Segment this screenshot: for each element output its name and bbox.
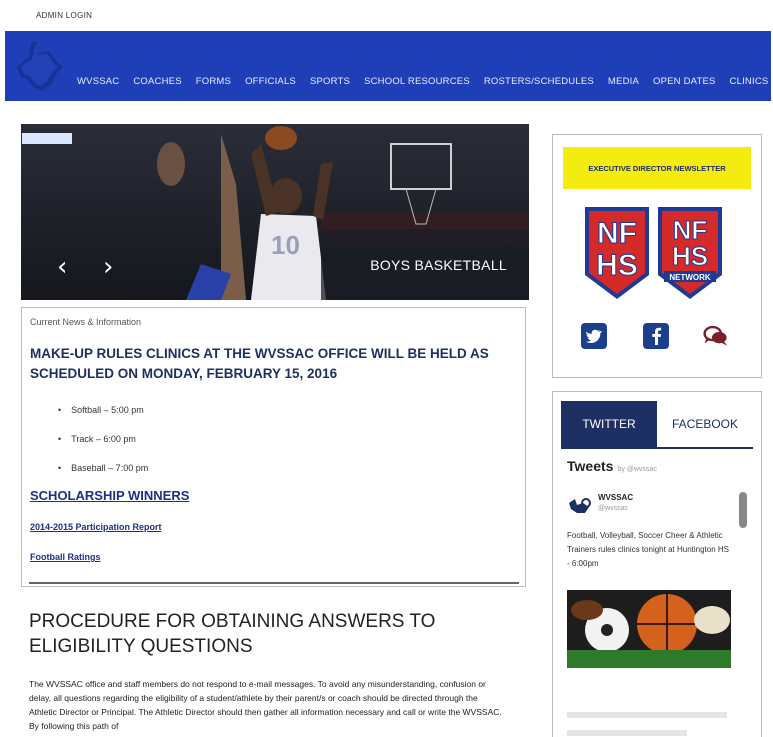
news-label: Current News & Information [30, 317, 142, 327]
nav-item-forms[interactable]: FORMS [196, 76, 231, 87]
scholarship-winners-link[interactable]: SCHOLARSHIP WINNERS [30, 488, 189, 503]
tweets-by-link[interactable]: by @wvssac [617, 466, 656, 473]
tab-facebook[interactable]: FACEBOOK [657, 401, 753, 447]
facebook-icon[interactable] [643, 323, 669, 349]
nfhs-network-line2: HS [672, 241, 708, 271]
slider-next-icon[interactable]: › [103, 254, 113, 280]
nfhs-network-line3: NETWORK [669, 273, 711, 282]
nfhs-network-logo[interactable]: NF HS NETWORK [656, 205, 724, 301]
clinic-schedule-list: Softball – 5:00 pm Track – 6:00 pm Baseb… [58, 405, 148, 492]
svg-text:10: 10 [271, 230, 300, 260]
main-nav: WVSSAC COACHES FORMS OFFICIALS SPORTS SC… [77, 76, 773, 87]
twitter-icon[interactable] [581, 323, 607, 349]
list-item: Track – 6:00 pm [58, 434, 148, 463]
avatar[interactable] [567, 495, 593, 515]
admin-login-link[interactable]: ADMIN LOGIN [36, 11, 92, 20]
nav-item-wvssac[interactable]: WVSSAC [77, 76, 119, 87]
slide-caption: BOYS BASKETBALL [370, 257, 507, 273]
wvssac-logo[interactable] [11, 37, 65, 95]
nav-item-open-dates[interactable]: OPEN DATES [653, 76, 716, 87]
news-panel: Current News & Information MAKE-UP RULES… [21, 307, 526, 587]
chat-icon[interactable] [703, 323, 729, 349]
list-item: Softball – 5:00 pm [58, 405, 148, 434]
feed-placeholder-line [567, 712, 727, 718]
divider [29, 582, 519, 584]
hero-photo: 10 [21, 124, 529, 300]
slide-tag [22, 133, 72, 144]
nav-item-officials[interactable]: OFFICIALS [245, 76, 296, 87]
nav-item-school-resources[interactable]: SCHOOL RESOURCES [364, 76, 470, 87]
feed-tabs: TWITTER FACEBOOK [561, 401, 753, 449]
procedure-text: The WVSSAC office and staff members do n… [29, 679, 502, 731]
nav-item-media[interactable]: MEDIA [608, 76, 639, 87]
tweet-text: Football, Volleyball, Soccer Cheer & Ath… [567, 531, 729, 568]
hero-slider[interactable]: 10 ‹ › BOYS BASKETBALL [21, 124, 529, 300]
tweet-author-handle[interactable]: @wvssac [598, 505, 628, 512]
tweets-heading: Tweets [567, 458, 614, 474]
procedure-title: PROCEDURE FOR OBTAINING ANSWERS TO ELIGI… [29, 611, 436, 657]
feed-placeholder-line [567, 730, 687, 736]
social-feed-panel: TWITTER FACEBOOK Tweets by @wvssac WVSSAC… [552, 391, 762, 737]
tweet-author-name[interactable]: WVSSAC [598, 493, 633, 502]
tab-twitter[interactable]: TWITTER [561, 401, 657, 447]
nfhs-logo-line1: NF [597, 217, 637, 250]
nav-item-coaches[interactable]: COACHES [133, 76, 181, 87]
nfhs-logo-line2: HS [596, 249, 638, 282]
sidebar-links-panel: EXECUTIVE DIRECTOR NEWSLETTER NF HS NF H… [552, 134, 762, 378]
football-ratings-link[interactable]: Football Ratings [30, 552, 101, 562]
feed-scrollbar[interactable] [739, 492, 747, 528]
nav-item-clinics[interactable]: CLINICS [730, 76, 769, 87]
tweet-image[interactable] [567, 590, 731, 668]
site-header: WVSSAC COACHES FORMS OFFICIALS SPORTS SC… [5, 31, 771, 101]
slider-prev-icon[interactable]: ‹ [57, 254, 67, 280]
executive-director-newsletter-button[interactable]: EXECUTIVE DIRECTOR NEWSLETTER [563, 147, 751, 189]
news-headline: MAKE-UP RULES CLINICS AT THE WVSSAC OFFI… [30, 346, 489, 381]
tweets-title: Tweets by @wvssac [567, 458, 657, 474]
nav-item-sports[interactable]: SPORTS [310, 76, 350, 87]
nfhs-logo[interactable]: NF HS [583, 205, 651, 301]
participation-report-link[interactable]: 2014-2015 Participation Report [30, 522, 162, 532]
nav-item-rosters-schedules[interactable]: ROSTERS/SCHEDULES [484, 76, 594, 87]
